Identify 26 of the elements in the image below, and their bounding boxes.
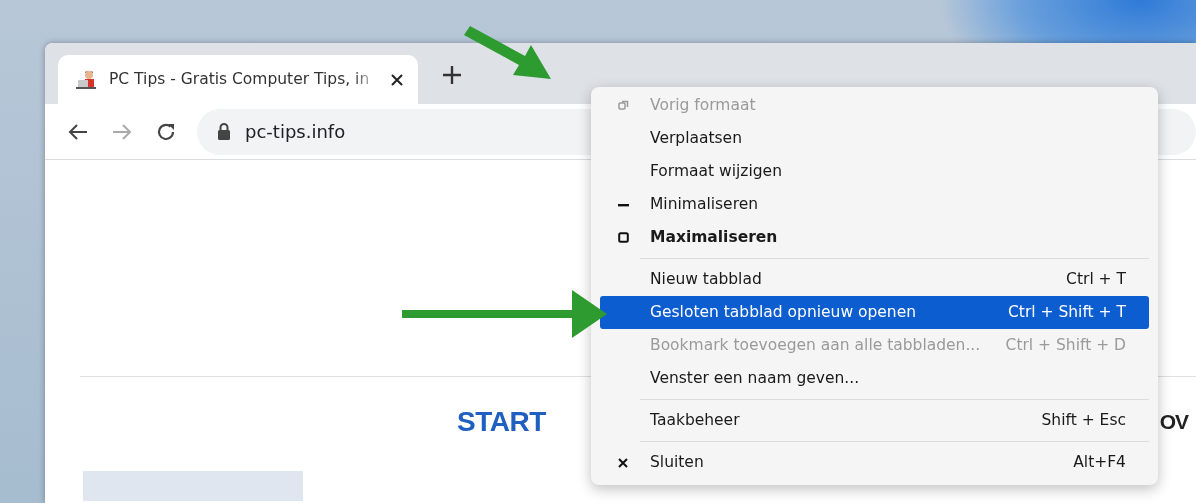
tab-title: PC Tips - Gratis Computer Tips, in bbox=[109, 68, 371, 90]
shortcut-text: Alt+F4 bbox=[1073, 451, 1126, 473]
menu-item[interactable]: Venster een naam geven... bbox=[600, 362, 1149, 395]
close-icon[interactable] bbox=[390, 72, 404, 87]
menu-item[interactable]: Minimaliseren bbox=[600, 188, 1149, 221]
nav-link[interactable]: OV bbox=[1159, 406, 1189, 438]
url-text: pc-tips.info bbox=[245, 120, 346, 144]
lock-icon bbox=[217, 123, 231, 140]
close-icon bbox=[618, 457, 628, 468]
restore-icon bbox=[617, 100, 629, 111]
plus-icon bbox=[442, 64, 462, 85]
menu-item[interactable]: Verplaatsen bbox=[600, 122, 1149, 155]
shortcut-text: Shift + Esc bbox=[1041, 409, 1126, 431]
menu-item[interactable]: Nieuw tabblad Ctrl + T bbox=[600, 263, 1149, 296]
maximize-icon bbox=[617, 232, 629, 243]
minimize-icon bbox=[617, 202, 629, 207]
shortcut-text: Ctrl + Shift + T bbox=[1008, 301, 1126, 323]
browser-tab[interactable]: PC Tips - Gratis Computer Tips, in bbox=[58, 55, 418, 104]
menu-item[interactable]: Gesloten tabblad opnieuw openen Ctrl + Shift + T bbox=[600, 296, 1149, 329]
menu-item[interactable]: Maximaliseren bbox=[600, 221, 1149, 254]
nav-link[interactable]: START bbox=[457, 401, 546, 443]
menu-item[interactable]: Sluiten Alt+F4 bbox=[600, 446, 1149, 479]
menu-item[interactable]: Taakbeheer Shift + Esc bbox=[600, 404, 1149, 437]
shortcut-text: Ctrl + T bbox=[1066, 268, 1126, 290]
shortcut-text: Ctrl + Shift + D bbox=[1005, 334, 1126, 356]
menu-item[interactable]: Formaat wijzigen bbox=[600, 155, 1149, 188]
